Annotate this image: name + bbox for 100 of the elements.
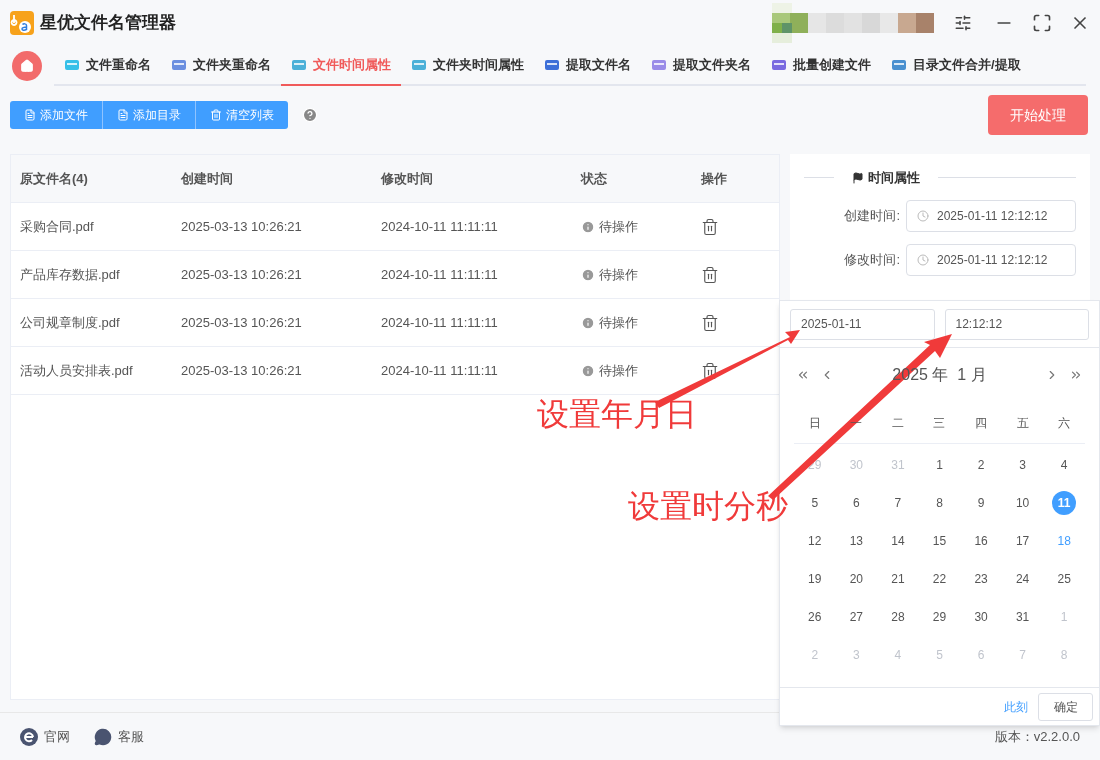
table-cell-text: 待操作 <box>599 265 638 284</box>
column-header: 状态 <box>581 170 607 186</box>
previous-year-icon[interactable] <box>796 368 810 382</box>
weekday-label: 三 <box>933 414 946 432</box>
calendar-day[interactable]: 1 <box>927 453 952 477</box>
ok-button[interactable]: 确定 <box>1038 692 1093 721</box>
weekday-label: 一 <box>850 414 863 432</box>
clock-icon <box>917 253 929 266</box>
table-cell: 2025-03-13 10:26:21 <box>181 314 302 330</box>
datetime-field[interactable]: 2025-01-11 12:12:12 <box>906 199 1076 232</box>
delete-icon[interactable] <box>701 313 719 332</box>
footer-link[interactable]: 官网 <box>20 726 70 747</box>
calendar-day[interactable]: 8 <box>927 491 952 515</box>
calendar-day[interactable]: 2 <box>969 453 994 477</box>
settings-icon[interactable] <box>954 14 972 32</box>
table-cell: 2024-10-11 11:11:11 <box>381 218 498 234</box>
calendar-day[interactable]: 24 <box>1010 567 1035 591</box>
column-header: 创建时间 <box>181 170 233 186</box>
chat-icon <box>94 727 112 746</box>
table-cell-text: 待操作 <box>599 313 638 332</box>
table-cell: 2025-03-13 10:26:21 <box>181 362 302 378</box>
weekday-label: 四 <box>975 414 988 432</box>
calendar-day[interactable]: 20 <box>844 567 869 591</box>
column-header: 操作 <box>701 170 727 186</box>
tab[interactable]: 目录文件合并/提取 <box>881 46 1031 84</box>
flag-icon <box>852 171 864 184</box>
calendar-day[interactable]: 30 <box>969 605 994 629</box>
panel-title: 时间属性 <box>868 169 920 187</box>
table-cell: 产品库存数据.pdf <box>20 266 120 282</box>
home-icon <box>20 59 34 73</box>
table-cell-text: 待操作 <box>599 361 638 380</box>
table-cell-text: 待操作 <box>599 217 638 236</box>
calendar-day[interactable]: 19 <box>802 567 827 591</box>
footer-link[interactable]: 客服 <box>94 726 144 747</box>
calendar-day[interactable]: 13 <box>844 529 869 553</box>
calendar-day[interactable]: 5 <box>802 491 827 515</box>
weekday-label: 五 <box>1016 414 1029 432</box>
calendar-day[interactable]: 9 <box>969 491 994 515</box>
version-label: 版本：v2.2.0.0 <box>994 727 1080 746</box>
tab[interactable]: 批量创建文件 <box>761 46 881 84</box>
calendar-day[interactable]: 6 <box>844 491 869 515</box>
next-year-icon[interactable] <box>1069 368 1083 382</box>
delete-icon[interactable] <box>701 265 719 284</box>
calendar-day[interactable]: 7 <box>885 491 910 515</box>
delete-icon[interactable] <box>701 361 719 380</box>
maximize-icon[interactable] <box>1032 13 1052 33</box>
calendar-day[interactable]: 23 <box>969 567 994 591</box>
info-icon <box>581 267 595 282</box>
trash-icon <box>210 109 222 121</box>
field-label: 创建时间: <box>844 206 900 225</box>
home-button[interactable] <box>12 51 42 81</box>
calendar-day[interactable]: 12 <box>802 529 827 553</box>
weekday-label: 二 <box>891 414 904 432</box>
calendar-day[interactable]: 27 <box>844 605 869 629</box>
calendar-day[interactable]: 16 <box>969 529 994 553</box>
tab[interactable]: 提取文件名 <box>534 46 641 84</box>
info-icon <box>581 219 595 234</box>
calendar-day[interactable]: 29 <box>927 605 952 629</box>
annotation-text: 设置年月日 <box>537 398 697 430</box>
annotation-text: 设置时分秒 <box>628 490 788 522</box>
info-icon <box>581 315 595 330</box>
field-label: 修改时间: <box>844 250 900 269</box>
help-icon[interactable] <box>302 107 318 123</box>
clock-icon <box>917 209 929 222</box>
column-header: 修改时间 <box>381 170 433 186</box>
browser-icon <box>20 727 38 746</box>
tab[interactable]: 文件夹时间属性 <box>401 46 534 84</box>
calendar-day[interactable]: 4 <box>1052 453 1077 477</box>
column-header: 原文件名(4) <box>20 170 88 186</box>
app-logo-icon <box>10 11 34 35</box>
table-cell: 2024-10-11 11:11:11 <box>381 314 498 330</box>
table-cell: 采购合同.pdf <box>20 218 94 234</box>
date-input[interactable]: 2025-01-11 <box>790 308 935 340</box>
calendar-day[interactable]: 3 <box>1010 453 1035 477</box>
tab[interactable]: 提取文件夹名 <box>641 46 761 84</box>
table-cell: 2024-10-11 11:11:11 <box>381 266 498 282</box>
calendar-day[interactable]: 26 <box>802 605 827 629</box>
calendar-day[interactable]: 31 <box>1010 605 1035 629</box>
calendar-day[interactable]: 15 <box>927 529 952 553</box>
table-cell: 活动人员安排表.pdf <box>20 362 133 378</box>
window-title: 星优文件名管理器 <box>40 12 176 35</box>
weekday-label: 日 <box>808 414 821 432</box>
calendar-day[interactable]: 17 <box>1010 529 1035 553</box>
datetime-field[interactable]: 2025-01-11 12:12:12 <box>906 243 1076 276</box>
weekday-label: 六 <box>1058 414 1071 432</box>
calendar-day[interactable]: 28 <box>885 605 910 629</box>
calendar-day[interactable]: 22 <box>927 567 952 591</box>
tab[interactable]: 文件重命名 <box>54 46 161 84</box>
calendar-day[interactable]: 21 <box>885 567 910 591</box>
calendar-day[interactable]: 10 <box>1010 491 1035 515</box>
delete-icon[interactable] <box>701 217 719 236</box>
time-input[interactable]: 12:12:12 <box>944 308 1089 340</box>
tab[interactable]: 文件夹重命名 <box>161 46 281 84</box>
calendar-day[interactable]: 14 <box>885 529 910 553</box>
calendar-day[interactable]: 25 <box>1052 567 1077 591</box>
table-cell: 公司规章制度.pdf <box>20 314 120 330</box>
table-cell: 2025-03-13 10:26:21 <box>181 266 302 282</box>
table-cell: 2024-10-11 11:11:11 <box>381 362 498 378</box>
info-icon <box>581 363 595 378</box>
document-icon <box>117 109 129 121</box>
